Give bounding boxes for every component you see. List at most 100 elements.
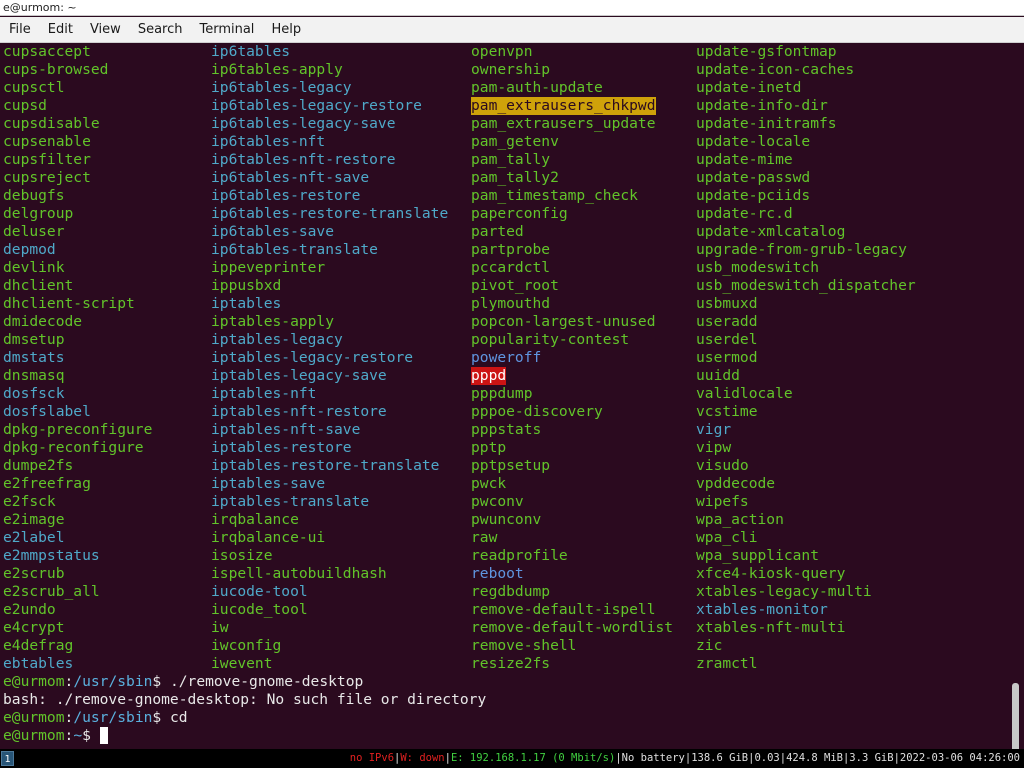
file-entry: e2scrub_all <box>3 583 100 600</box>
menu-file[interactable]: File <box>0 22 39 37</box>
status-bar: 1 no IPv6|W: down|E: 192.168.1.17 (0 Mbi… <box>0 749 1024 768</box>
file-entry: ebtables <box>3 655 74 672</box>
file-entry: zramctl <box>696 655 758 672</box>
file-entry: usbmuxd <box>696 295 758 312</box>
menu-view[interactable]: View <box>81 22 129 37</box>
file-entry: pivot_root <box>471 277 559 294</box>
file-entry: cups-browsed <box>3 61 109 78</box>
ethernet-status: E: 192.168.1.17 (0 Mbit/s) <box>450 752 616 764</box>
file-entry: isosize <box>211 547 273 564</box>
file-entry: e2label <box>3 529 65 546</box>
file-entry: ip6tables-nft-save <box>211 169 370 186</box>
file-entry: pam_getenv <box>471 133 559 150</box>
memory-status: 424.8 MiB <box>786 752 843 764</box>
prompt-path: /usr/sbin <box>73 709 153 726</box>
active-prompt-line[interactable]: e@urmom:~$ <box>3 727 108 745</box>
file-entry: irqbalance <box>211 511 299 528</box>
error-line: bash: ./remove-gnome-desktop: No such fi… <box>3 691 487 708</box>
prompt-user: e@urmom <box>3 727 65 744</box>
datetime-status: 2022-03-06 04:26:00 <box>899 752 1020 764</box>
file-entry: update-icon-caches <box>696 61 855 78</box>
file-entry: ippeveprinter <box>211 259 326 276</box>
prompt-colon: : <box>64 727 74 744</box>
file-entry: update-locale <box>696 133 811 150</box>
prompt-colon: : <box>64 673 74 690</box>
file-entry: pppstats <box>471 421 542 438</box>
menu-help[interactable]: Help <box>262 22 309 37</box>
file-entry: e2undo <box>3 601 56 618</box>
file-entry: dpkg-preconfigure <box>3 421 153 438</box>
file-entry: iptables-restore <box>211 439 352 456</box>
command-text: ./remove-gnome-desktop <box>169 673 364 690</box>
file-entry: iptables-translate <box>211 493 370 510</box>
file-entry: vpddecode <box>696 475 776 492</box>
file-entry: cupsenable <box>3 133 91 150</box>
prompt-user: e@urmom <box>3 709 65 726</box>
file-entry: xtables-monitor <box>696 601 828 618</box>
workspace-button[interactable]: 1 <box>1 751 14 766</box>
file-entry: ip6tables-legacy <box>211 79 352 96</box>
file-entry: wpa_supplicant <box>696 547 820 564</box>
file-entry: pam-auth-update <box>471 79 603 96</box>
file-entry: ip6tables <box>211 43 291 60</box>
file-entry: dmidecode <box>3 313 83 330</box>
file-entry: update-pciids <box>696 187 811 204</box>
prompt-line: e@urmom:/usr/sbin$ cd <box>3 709 188 727</box>
file-entry: update-passwd <box>696 169 811 186</box>
prompt-dollar: $ <box>152 709 170 726</box>
file-entry: cupsdisable <box>3 115 100 132</box>
file-entry: readprofile <box>471 547 568 564</box>
file-entry: pam_tally <box>471 151 551 168</box>
file-entry: pam_tally2 <box>471 169 559 186</box>
file-entry: openvpn <box>471 43 533 60</box>
file-entry: vcstime <box>696 403 758 420</box>
file-entry: vigr <box>696 421 732 438</box>
file-entry: irqbalance-ui <box>211 529 326 546</box>
file-entry: paperconfig <box>471 205 568 222</box>
file-entry: usb_modeswitch_dispatcher <box>696 277 916 294</box>
file-entry: dosfsck <box>3 385 65 402</box>
file-entry: pwunconv <box>471 511 542 528</box>
menu-search[interactable]: Search <box>129 22 191 37</box>
file-entry: deluser <box>3 223 65 240</box>
swap-status: 3.3 GiB <box>849 752 894 764</box>
file-entry: xtables-nft-multi <box>696 619 846 636</box>
file-entry: userdel <box>696 331 758 348</box>
file-entry: ip6tables-translate <box>211 241 378 258</box>
file-entry: dumpe2fs <box>3 457 74 474</box>
file-entry: popcon-largest-unused <box>471 313 656 330</box>
file-entry: delgroup <box>3 205 74 222</box>
file-entry: pam_extrausers_chkpwd <box>471 97 656 115</box>
file-entry: vipw <box>696 439 732 456</box>
file-entry: update-gsfontmap <box>696 43 837 60</box>
file-entry: wpa_action <box>696 511 784 528</box>
file-entry: pam_timestamp_check <box>471 187 638 204</box>
file-entry: reboot <box>471 565 524 582</box>
file-entry: xfce4-kiosk-query <box>696 565 846 582</box>
file-entry: visudo <box>696 457 749 474</box>
file-entry: iwconfig <box>211 637 282 654</box>
file-entry: iw <box>211 619 229 636</box>
ipv6-status: no IPv6 <box>349 752 395 764</box>
menu-edit[interactable]: Edit <box>39 22 81 37</box>
file-entry: iucode-tool <box>211 583 308 600</box>
file-entry: pccardctl <box>471 259 551 276</box>
file-entry: iptables-nft <box>211 385 317 402</box>
file-entry: remove-default-ispell <box>471 601 656 618</box>
scrollbar[interactable] <box>1012 683 1019 749</box>
status-items: no IPv6|W: down|E: 192.168.1.17 (0 Mbit/… <box>350 749 1020 768</box>
terminal-output[interactable]: cupsaccept cups-browsed cupsctl cupsd cupsdi… <box>0 43 1024 749</box>
file-entry: cupsreject <box>3 169 91 186</box>
menu-terminal[interactable]: Terminal <box>190 22 262 37</box>
file-entry: dmsetup <box>3 331 65 348</box>
file-entry: dpkg-reconfigure <box>3 439 144 456</box>
file-entry: cupsaccept <box>3 43 91 60</box>
file-entry: ownership <box>471 61 551 78</box>
file-entry: ip6tables-nft-restore <box>211 151 396 168</box>
file-entry: partprobe <box>471 241 551 258</box>
window-title: e@urmom: ~ <box>0 0 1024 16</box>
file-entry: xtables-legacy-multi <box>696 583 872 600</box>
prompt-user: e@urmom <box>3 673 65 690</box>
file-entry: dhclient <box>3 277 74 294</box>
file-entry: cupsd <box>3 97 47 114</box>
